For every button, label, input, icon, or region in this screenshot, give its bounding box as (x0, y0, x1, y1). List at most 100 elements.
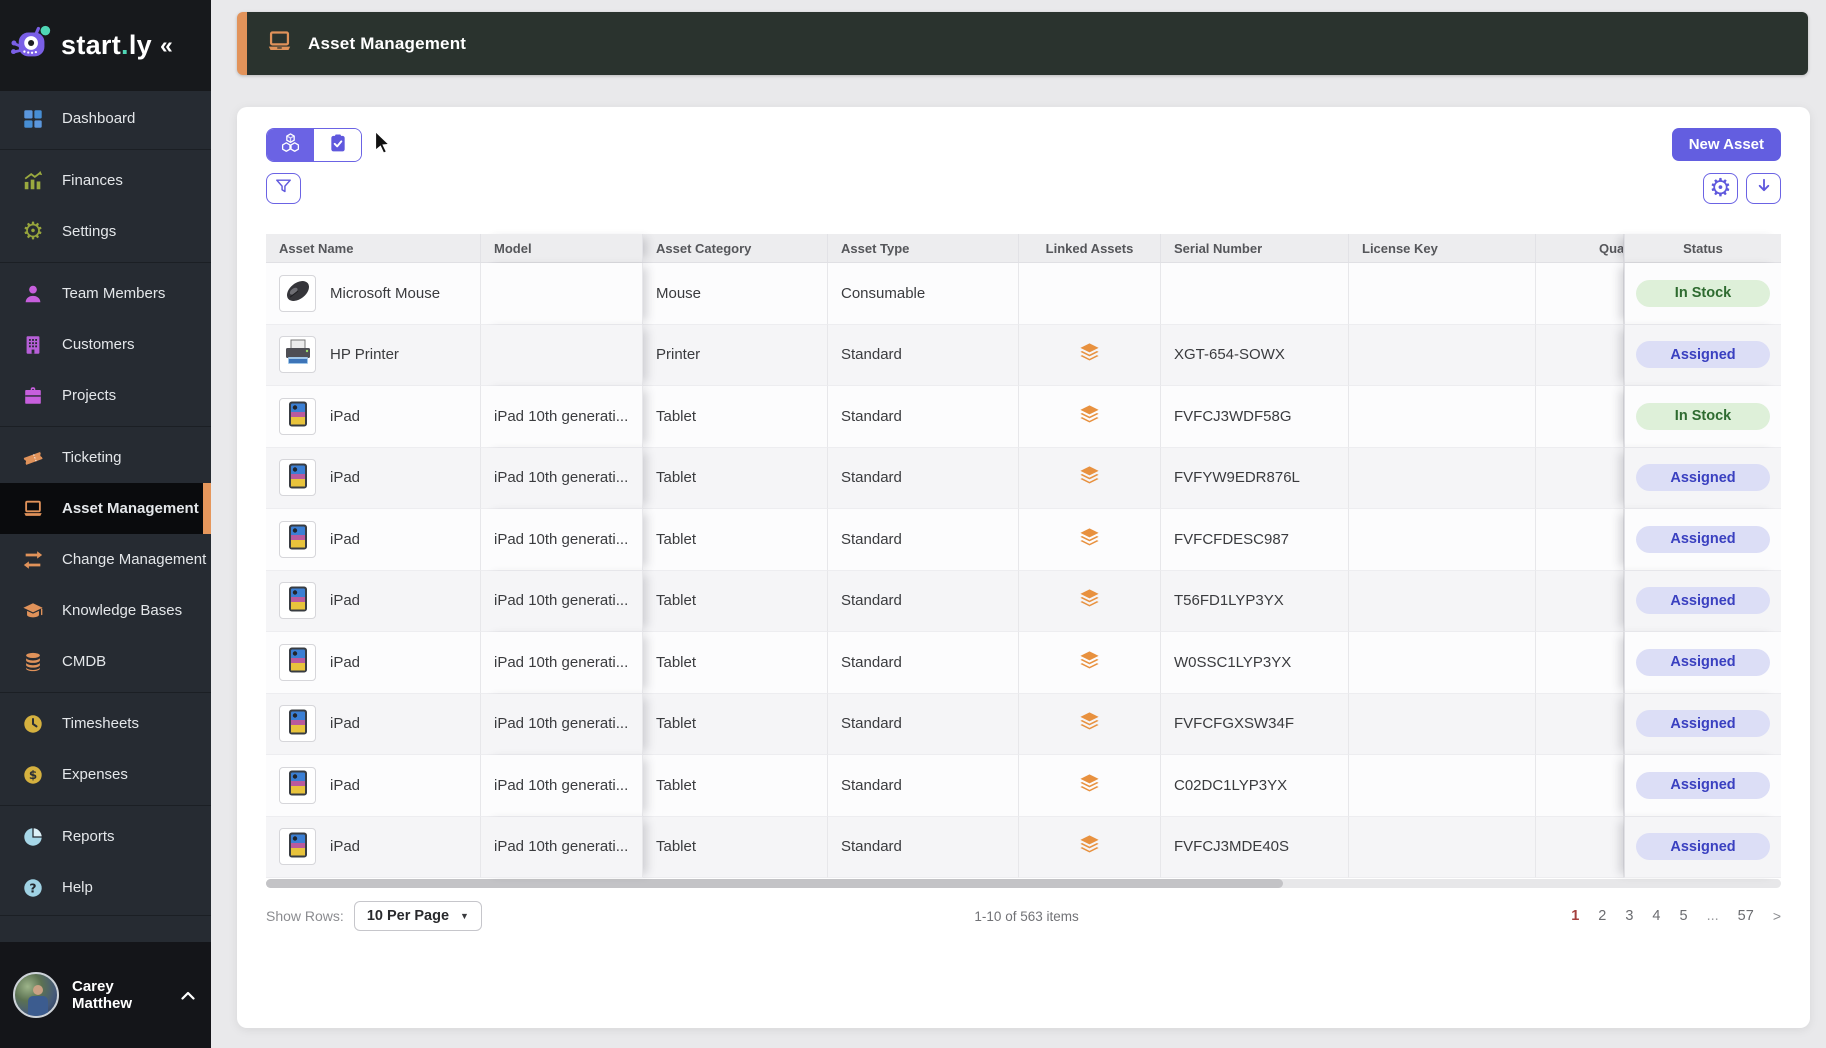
svg-text:$: $ (29, 768, 37, 782)
table-row[interactable]: iPad iPad 10th generati... Tablet Standard W… (266, 632, 1781, 694)
cell-license (1349, 263, 1536, 325)
items-summary: 1-10 of 563 items (974, 908, 1079, 924)
ipad-image (281, 829, 315, 864)
finances-icon (21, 169, 45, 193)
mouse-image (281, 276, 315, 311)
table-row[interactable]: iPad iPad 10th generati... Tablet Standard F… (266, 386, 1781, 448)
table-row[interactable]: iPad iPad 10th generati... Tablet Standard T… (266, 570, 1781, 632)
user-profile[interactable]: Carey Matthew (0, 942, 211, 1048)
help-icon: ? (21, 876, 45, 900)
ipad-image (281, 522, 315, 557)
cell-license (1349, 755, 1536, 817)
nav-divider (0, 805, 211, 806)
page-button-3[interactable]: 3 (1625, 908, 1633, 924)
cell-license (1349, 570, 1536, 632)
asset-name-text: iPad (330, 407, 361, 425)
cell-status: Assigned (1624, 816, 1781, 878)
column-header-asset-type[interactable]: Asset Type (828, 234, 1019, 262)
column-header-quantity[interactable]: Quantity (1536, 234, 1624, 262)
page-button-57[interactable]: 57 (1738, 908, 1754, 924)
cell-license (1349, 324, 1536, 386)
asset-thumbnail (279, 643, 316, 681)
sidebar-item-change-management[interactable]: Change Management (0, 534, 211, 585)
sidebar-item-cmdb[interactable]: CMDB (0, 636, 211, 687)
view-toggle (266, 128, 362, 162)
chevron-up-icon[interactable] (181, 991, 195, 1000)
page-button-4[interactable]: 4 (1652, 908, 1660, 924)
page-size-select[interactable]: 10 Per Page ▼ (353, 901, 482, 931)
page-button-2[interactable]: 2 (1598, 908, 1606, 924)
sidebar-item-projects[interactable]: Projects (0, 370, 211, 421)
column-header-status[interactable]: Status (1624, 234, 1781, 262)
table-row[interactable]: iPad iPad 10th generati... Tablet Standard F… (266, 447, 1781, 509)
table-row[interactable]: iPad iPad 10th generati... Tablet Standard F… (266, 693, 1781, 755)
scrollbar-thumb[interactable] (266, 879, 1283, 888)
next-page-button[interactable]: > (1773, 908, 1781, 924)
status-badge: Assigned (1636, 648, 1770, 676)
page-size-value: 10 Per Page (366, 908, 450, 924)
table-row[interactable]: iPad iPad 10th generati... Tablet Standard F… (266, 816, 1781, 878)
column-header-linked-assets[interactable]: Linked Assets (1019, 234, 1161, 262)
cell-model (481, 324, 643, 386)
sidebar-item-ticketing[interactable]: Ticketing (0, 432, 211, 483)
nav-divider (0, 262, 211, 263)
asset-name-text: iPad (330, 715, 361, 733)
filter-button[interactable] (266, 173, 301, 204)
table-settings-button[interactable]: ⚙ (1703, 173, 1738, 204)
sidebar-item-asset-management[interactable]: Asset Management (0, 483, 211, 534)
cell-cat: Tablet (643, 509, 828, 571)
sidebar: start.ly « Dashboard Finances ⚙ Settings Tea… (0, 0, 211, 1048)
page-button-5[interactable]: 5 (1680, 908, 1688, 924)
table-row[interactable]: Microsoft Mouse Mouse Consumable In Stock (266, 263, 1781, 325)
funnel-icon (274, 177, 293, 201)
brand: start.ly « (0, 0, 211, 91)
laptop-icon (266, 28, 293, 60)
table-row[interactable]: HP Printer Printer Standard XGT-654-SOWX Ass… (266, 324, 1781, 386)
sidebar-item-dashboard[interactable]: Dashboard (0, 93, 211, 144)
column-header-asset-name[interactable]: Asset Name (266, 234, 481, 262)
sidebar-nav: Dashboard Finances ⚙ Settings Team Members Cu… (0, 91, 211, 915)
page-button-1[interactable]: 1 (1571, 908, 1579, 924)
cell-status: Assigned (1624, 755, 1781, 817)
checklist-view-toggle-button[interactable] (314, 129, 361, 161)
sidebar-item-knowledge-bases[interactable]: Knowledge Bases (0, 585, 211, 636)
show-rows-label: Show Rows: (266, 908, 344, 924)
cell-linked (1019, 570, 1161, 632)
column-header-serial-number[interactable]: Serial Number (1161, 234, 1349, 262)
cell-type: Consumable (828, 263, 1019, 325)
cell-serial: T56FD1LYP3YX (1161, 570, 1349, 632)
sidebar-item-settings[interactable]: ⚙ Settings (0, 206, 211, 257)
sidebar-item-reports[interactable]: Reports (0, 811, 211, 862)
new-asset-button[interactable]: New Asset (1671, 128, 1781, 161)
cell-qty (1536, 570, 1624, 632)
column-header-asset-category[interactable]: Asset Category (643, 234, 828, 262)
sidebar-item-team-members[interactable]: Team Members (0, 268, 211, 319)
avatar (13, 972, 59, 1018)
table-row[interactable]: iPad iPad 10th generati... Tablet Standard F… (266, 509, 1781, 571)
sidebar-item-finances[interactable]: Finances (0, 155, 211, 206)
table-row[interactable]: iPad iPad 10th generati... Tablet Standard C… (266, 755, 1781, 817)
column-header-model[interactable]: Model (481, 234, 643, 262)
sidebar-item-timesheets[interactable]: Timesheets (0, 698, 211, 749)
asset-name-text: HP Printer (330, 346, 399, 364)
page-header: Asset Management (237, 12, 1808, 75)
cell-cat: Printer (643, 324, 828, 386)
column-header-license-key[interactable]: License Key (1349, 234, 1536, 262)
sidebar-item-customers[interactable]: Customers (0, 319, 211, 370)
sidebar-item-label: Reports (62, 828, 115, 845)
assets-view-toggle-button[interactable] (267, 129, 314, 161)
horizontal-scrollbar[interactable] (266, 879, 1781, 888)
asset-thumbnail (279, 336, 316, 374)
sidebar-item-expenses[interactable]: $ Expenses (0, 749, 211, 800)
nav-divider (0, 426, 211, 427)
sidebar-collapse-button[interactable]: « (160, 32, 173, 59)
sidebar-item-help[interactable]: ? Help (0, 862, 211, 913)
cell-status: Assigned (1624, 693, 1781, 755)
cell-type: Standard (828, 755, 1019, 817)
table-footer: Show Rows: 10 Per Page ▼ 1-10 of 563 ite… (266, 899, 1781, 933)
cell-serial (1161, 263, 1349, 325)
cell-model: iPad 10th generati... (481, 570, 643, 632)
sidebar-item-label: Customers (62, 336, 135, 353)
dashboard-icon (21, 107, 45, 131)
download-button[interactable] (1746, 173, 1781, 204)
